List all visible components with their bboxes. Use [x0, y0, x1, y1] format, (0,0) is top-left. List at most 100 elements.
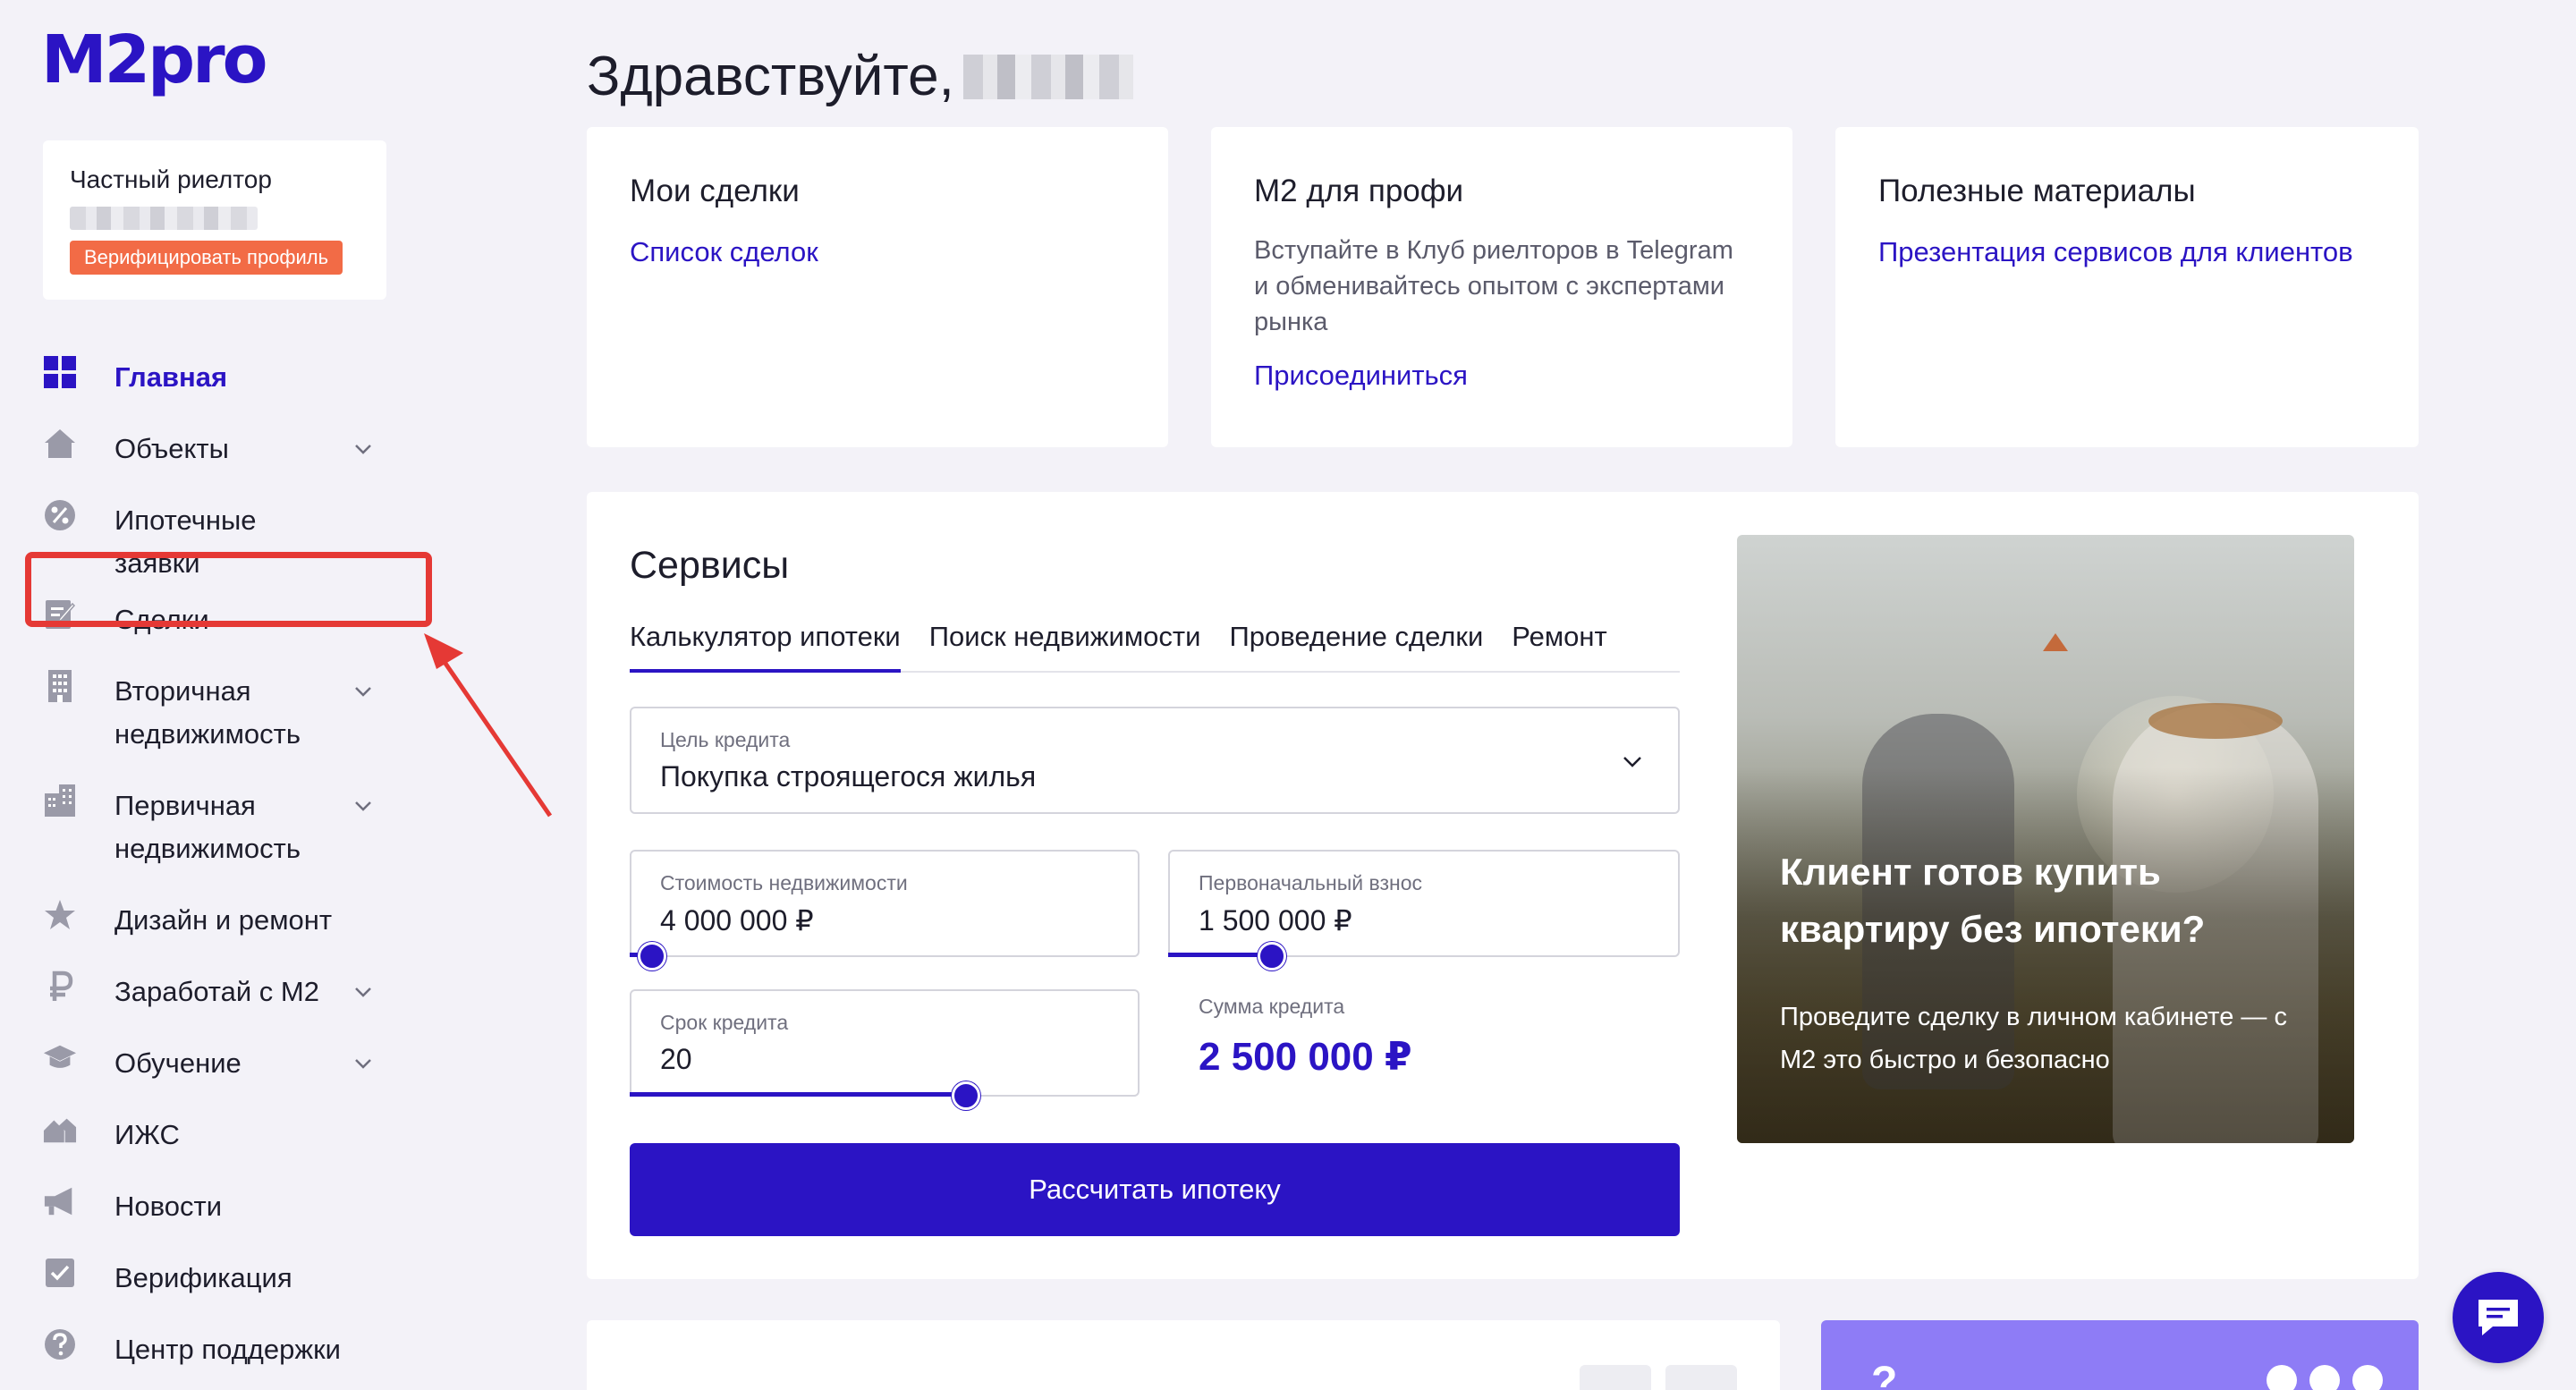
- sidebar-item-label: Новости: [114, 1191, 223, 1222]
- bottom-card: [587, 1320, 1780, 1390]
- services-tabs: Калькулятор ипотеки Поиск недвижимости П…: [630, 608, 1680, 673]
- calculate-mortgage-button[interactable]: Рассчитать ипотеку: [630, 1143, 1680, 1236]
- house-icon: [43, 427, 77, 461]
- down-payment-field[interactable]: Первоначальный взнос 1 500 000 ₽: [1168, 850, 1680, 970]
- slider-track: [1168, 953, 1270, 957]
- deals-list-link[interactable]: Список сделок: [630, 236, 1125, 268]
- chevron-down-icon[interactable]: [352, 1052, 375, 1075]
- next-button[interactable]: [1665, 1365, 1737, 1390]
- sidebar-item-design-repair[interactable]: Дизайн и ремонт: [43, 886, 401, 957]
- services-panel: Сервисы Калькулятор ипотеки Поиск недвиж…: [587, 492, 2419, 1279]
- tab-deal-conduct[interactable]: Проведение сделки: [1229, 608, 1483, 673]
- prev-button[interactable]: [1580, 1365, 1651, 1390]
- sidebar-item-label: Центр поддержки: [114, 1334, 341, 1365]
- field-value: 1 500 000 ₽: [1199, 904, 1352, 937]
- field-value: Покупка строящегося жилья: [660, 760, 1037, 792]
- services-title: Сервисы: [630, 544, 790, 587]
- sidebar-item-label: Обучение: [114, 1047, 242, 1079]
- profile-role: Частный риелтор: [70, 165, 272, 193]
- sidebar-item-label: Вторичная недвижимость: [114, 675, 301, 750]
- sidebar-nav: Главная Объекты Ипотечные заявки Сделки …: [43, 343, 401, 1386]
- sidebar-item-izhs[interactable]: ИЖС: [43, 1100, 401, 1172]
- graduation-cap-icon: [43, 1041, 77, 1075]
- sidebar-item-objects[interactable]: Объекты: [43, 414, 401, 486]
- carousel-dot[interactable]: [2309, 1365, 2340, 1390]
- promo-banner[interactable]: Клиент готов купить квартиру без ипотеки…: [1737, 535, 2354, 1143]
- tab-mortgage-calculator[interactable]: Калькулятор ипотеки: [630, 608, 901, 673]
- tab-realty-search[interactable]: Поиск недвижимости: [929, 608, 1201, 673]
- promo-title: Клиент готов купить квартиру без ипотеки…: [1780, 851, 2206, 950]
- sidebar-item-label: Заработай с М2: [114, 976, 319, 1007]
- chevron-down-icon[interactable]: [352, 437, 375, 461]
- sidebar-item-home[interactable]: Главная: [43, 343, 401, 414]
- slider-handle[interactable]: [638, 942, 666, 970]
- sidebar-item-secondary-realty[interactable]: Вторичная недвижимость: [43, 657, 401, 771]
- sidebar-item-verification[interactable]: Верификация: [43, 1243, 401, 1315]
- chat-button[interactable]: [2453, 1272, 2544, 1363]
- chat-icon: [2479, 1300, 2518, 1335]
- tab-repair[interactable]: Ремонт: [1512, 608, 1606, 673]
- card-useful-materials: Полезные материалы Презентация сервисов …: [1835, 127, 2419, 447]
- carousel-dot[interactable]: [2267, 1365, 2297, 1390]
- sidebar-item-label: ИЖС: [114, 1119, 180, 1150]
- verify-profile-button[interactable]: Верифицировать профиль: [70, 241, 343, 275]
- sidebar-item-label: Главная: [114, 361, 228, 393]
- building-icon: [43, 669, 77, 703]
- houses-icon: [43, 1113, 77, 1147]
- join-link[interactable]: Присоединиться: [1254, 360, 1750, 392]
- field-label: Срок кредита: [660, 1011, 789, 1034]
- card-description: Вступайте в Клуб риелторов в Telegram и …: [1254, 236, 1733, 336]
- card-title: М2 для профи: [1254, 174, 1464, 208]
- sidebar-item-label: Верификация: [114, 1262, 292, 1293]
- profile-card: Частный риелтор Верифицировать профиль: [43, 140, 386, 300]
- sidebar-item-education[interactable]: Обучение: [43, 1029, 401, 1100]
- chevron-down-icon: [1619, 748, 1646, 775]
- sidebar-item-earn[interactable]: Заработай с М2: [43, 957, 401, 1029]
- property-cost-field[interactable]: Стоимость недвижимости 4 000 000 ₽: [630, 850, 1140, 970]
- slider-handle[interactable]: [952, 1081, 980, 1110]
- loan-sum-value: 2 500 000 ₽: [1199, 1035, 1412, 1079]
- card-title: Мои сделки: [630, 174, 800, 208]
- promo-text: Проведите сделку в личном кабинете — с М…: [1780, 1003, 2287, 1074]
- card-m2-pro: М2 для профи Вступайте в Клуб риелторов …: [1211, 127, 1792, 447]
- grid-icon: [43, 355, 77, 389]
- loan-sum-label: Сумма кредита: [1199, 995, 1345, 1018]
- chevron-down-icon[interactable]: [352, 980, 375, 1004]
- services-presentation-link[interactable]: Презентация сервисов для клиентов: [1878, 236, 2376, 268]
- checkbox-icon: [43, 1256, 77, 1290]
- field-label: Первоначальный взнос: [1199, 871, 1423, 894]
- promo-card-purple[interactable]: ?: [1821, 1320, 2419, 1390]
- annotation-arrow: [424, 633, 553, 818]
- promo-photo-hat: [2148, 703, 2283, 739]
- kite-icon: [2043, 633, 2068, 651]
- purple-card-heading: ?: [1871, 1359, 1898, 1390]
- sidebar-item-support[interactable]: Центр поддержки: [43, 1315, 401, 1386]
- slider-track: [630, 1092, 964, 1097]
- megaphone-icon: [43, 1184, 77, 1218]
- sidebar-item-label: Объекты: [114, 433, 229, 464]
- percent-icon: [43, 498, 77, 532]
- ruble-icon: [43, 970, 77, 1004]
- field-label: Стоимость недвижимости: [660, 871, 908, 894]
- greeting-text: Здравствуйте,: [587, 46, 954, 107]
- field-value: 20: [660, 1043, 692, 1075]
- card-my-deals: Мои сделки Список сделок: [587, 127, 1168, 447]
- credit-term-field[interactable]: Срок кредита 20: [630, 989, 1140, 1110]
- sidebar-item-news[interactable]: Новости: [43, 1172, 401, 1243]
- sidebar-item-label: Первичная недвижимость: [114, 790, 301, 864]
- credit-goal-select[interactable]: Цель кредита Покупка строящегося жилья: [630, 707, 1680, 814]
- deals-highlight-annotation: [25, 552, 432, 627]
- chevron-down-icon[interactable]: [352, 680, 375, 703]
- sidebar-item-primary-realty[interactable]: Первичная недвижимость: [43, 771, 401, 886]
- profile-name-redacted: [70, 207, 258, 230]
- card-title: Полезные материалы: [1878, 174, 2196, 208]
- help-icon: [43, 1327, 77, 1361]
- m2pro-logo[interactable]: M2pro: [41, 27, 267, 93]
- field-value: 4 000 000 ₽: [660, 904, 814, 937]
- star-icon: [43, 898, 77, 932]
- carousel-dot[interactable]: [2352, 1365, 2383, 1390]
- user-name-redacted: [962, 54, 1133, 99]
- chevron-down-icon[interactable]: [352, 794, 375, 818]
- slider-handle[interactable]: [1258, 942, 1286, 970]
- greeting: Здравствуйте,: [587, 45, 1133, 108]
